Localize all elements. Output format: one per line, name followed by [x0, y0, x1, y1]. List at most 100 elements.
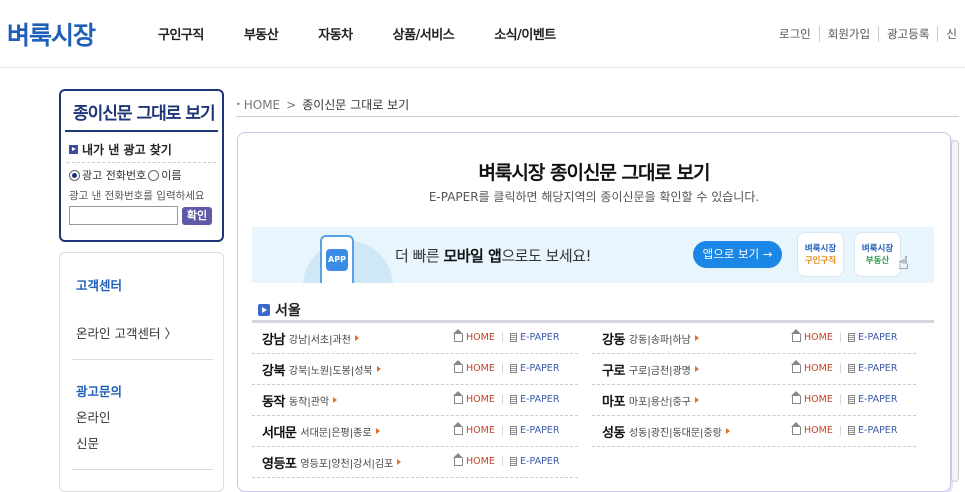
region-subareas[interactable]: 영등포|양천|강서|김포 [300, 455, 393, 470]
phone-input[interactable] [69, 206, 178, 225]
region-epaper-link[interactable]: E-PAPER [510, 456, 559, 467]
region-home-link[interactable]: HOME [791, 328, 833, 343]
triangle-right-icon [354, 335, 359, 341]
radio-phone[interactable] [69, 169, 80, 181]
triangle-right-icon [694, 335, 699, 341]
region-name[interactable]: 강북 [262, 360, 285, 379]
region-subareas[interactable]: 마포|용산|중구 [629, 393, 691, 408]
home-icon [791, 421, 801, 435]
region-row: 서대문 서대문|은평|종로 HOME | E-PAPER [252, 416, 578, 447]
region-home-link[interactable]: HOME [453, 359, 495, 374]
region-subareas[interactable]: 강남|서초|과천 [289, 331, 351, 346]
region-home-link[interactable]: HOME [453, 452, 495, 467]
region-subareas[interactable]: 동작|관악 [289, 393, 329, 408]
region-home-link[interactable]: HOME [453, 390, 495, 405]
home-icon [453, 359, 463, 373]
link-separator: | [500, 394, 505, 405]
newspaper-icon [848, 333, 856, 342]
online-support-link[interactable]: 온라인 고객센터 〉 [76, 323, 177, 342]
region-subareas[interactable]: 강북|노원|도봉|성북 [289, 362, 373, 377]
arrow-square-icon [69, 145, 78, 154]
phone-input-row: 확인 [61, 206, 222, 225]
region-name[interactable]: 동작 [262, 391, 285, 410]
region-home-link[interactable]: HOME [791, 421, 833, 436]
region-home-label: HOME [804, 425, 833, 436]
util-menu: 로그인 회원가입 광고등록 신 [771, 26, 965, 42]
region-links: HOME | E-PAPER [453, 421, 559, 436]
region-name[interactable]: 영등포 [262, 453, 297, 472]
nav-item-services[interactable]: 상품/서비스 [393, 24, 455, 43]
region-name[interactable]: 강남 [262, 329, 285, 348]
nav-item-realestate[interactable]: 부동산 [244, 24, 279, 43]
home-icon [453, 328, 463, 342]
realestate-app-tile[interactable]: 벼룩시장 부동산 [854, 232, 901, 277]
search-type-radios: 광고 전화번호 이름 [61, 163, 222, 185]
region-row: 구로 구로|금천|광명 HOME | E-PAPER [592, 354, 916, 385]
region-name[interactable]: 강동 [602, 329, 625, 348]
triangle-right-icon [694, 397, 699, 403]
nav-item-events[interactable]: 소식/이벤트 [494, 24, 556, 43]
nav-item-jobs[interactable]: 구인구직 [158, 24, 204, 43]
radio-name-label[interactable]: 이름 [161, 167, 181, 183]
region-row: 동작 동작|관악 HOME | E-PAPER [252, 385, 578, 416]
region-epaper-label: E-PAPER [858, 425, 898, 436]
region-home-link[interactable]: HOME [791, 359, 833, 374]
realestate-app-brand: 벼룩시장 [861, 244, 894, 254]
region-home-label: HOME [804, 394, 833, 405]
region-links: HOME | E-PAPER [453, 328, 559, 343]
triangle-right-icon [375, 428, 380, 434]
region-epaper-link[interactable]: E-PAPER [510, 394, 559, 405]
triangle-right-icon [725, 428, 730, 434]
region-subareas[interactable]: 성동|광진|동대문|중랑 [629, 424, 722, 439]
banner-text-post: 으로도 보세요! [501, 247, 591, 265]
region-home-link[interactable]: HOME [791, 390, 833, 405]
region-row: 강북 강북|노원|도봉|성북 HOME | E-PAPER [252, 354, 578, 385]
signup-link[interactable]: 회원가입 [818, 26, 878, 42]
region-epaper-link[interactable]: E-PAPER [848, 394, 897, 405]
find-my-ad-label: 내가 낸 광고 찾기 [82, 143, 172, 157]
region-home-label: HOME [804, 332, 833, 343]
region-subareas[interactable]: 구로|금천|광명 [629, 362, 691, 377]
login-link[interactable]: 로그인 [771, 26, 819, 42]
home-icon [791, 390, 801, 404]
region-home-label: HOME [466, 425, 495, 436]
link-separator: | [500, 332, 505, 343]
region-name[interactable]: 구로 [602, 360, 625, 379]
breadcrumb-home[interactable]: HOME [244, 98, 280, 112]
region-row: 성동 성동|광진|동대문|중랑 HOME | E-PAPER [592, 416, 916, 447]
region-home-link[interactable]: HOME [453, 328, 495, 343]
link-separator: | [838, 332, 843, 343]
region-epaper-link[interactable]: E-PAPER [848, 363, 897, 374]
site-logo[interactable]: 벼룩시장 [7, 16, 96, 52]
region-epaper-link[interactable]: E-PAPER [848, 332, 897, 343]
page-title: 벼룩시장 종이신문 그대로 보기 [478, 162, 710, 184]
region-name[interactable]: 성동 [602, 422, 625, 441]
region-links: HOME | E-PAPER [453, 390, 559, 405]
region-epaper-link[interactable]: E-PAPER [510, 363, 559, 374]
ad-inquiry-online[interactable]: 온라인 [76, 407, 111, 426]
region-home-link[interactable]: HOME [453, 421, 495, 436]
util-link-truncated[interactable]: 신 [937, 26, 965, 42]
app-icon: APP [326, 249, 348, 271]
ad-inquiry-title: 광고문의 [76, 384, 123, 399]
view-app-button[interactable]: 앱으로 보기 → [693, 241, 782, 268]
region-name[interactable]: 마포 [602, 391, 625, 410]
region-epaper-label: E-PAPER [520, 394, 560, 405]
region-subareas[interactable]: 강동|송파|하남 [629, 331, 691, 346]
region-epaper-link[interactable]: E-PAPER [510, 332, 559, 343]
region-epaper-link[interactable]: E-PAPER [848, 425, 897, 436]
region-epaper-label: E-PAPER [858, 363, 898, 374]
post-ad-link[interactable]: 광고등록 [878, 26, 937, 42]
confirm-button[interactable]: 확인 [182, 206, 212, 225]
region-epaper-link[interactable]: E-PAPER [510, 425, 559, 436]
jobs-app-brand: 벼룩시장 [804, 244, 837, 254]
region-name[interactable]: 서대문 [262, 422, 297, 441]
radio-phone-label[interactable]: 광고 전화번호 [82, 167, 146, 183]
ad-inquiry-paper[interactable]: 신문 [76, 433, 99, 452]
region-subareas[interactable]: 서대문|은평|종로 [300, 424, 371, 439]
customer-center-title: 고객센터 [76, 278, 123, 293]
scrollbar[interactable] [951, 140, 959, 482]
jobs-app-tile[interactable]: 벼룩시장 구인구직 [797, 232, 844, 277]
nav-item-cars[interactable]: 자동차 [318, 24, 353, 43]
radio-name[interactable] [148, 169, 160, 181]
